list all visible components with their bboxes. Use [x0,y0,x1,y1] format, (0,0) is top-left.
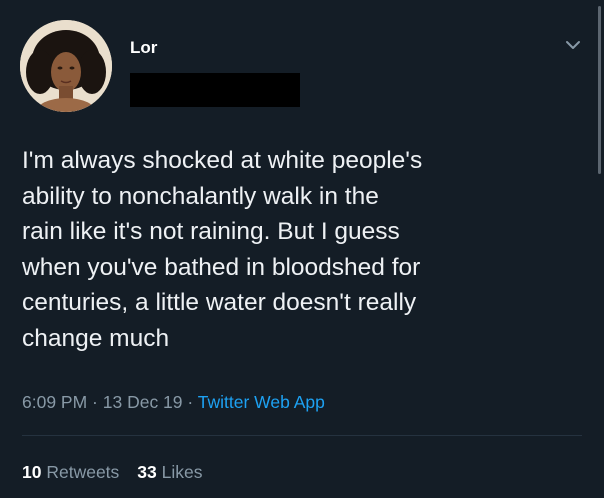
tweet-stats: 10 Retweets 33 Likes [22,462,203,483]
tweet-text: I'm always shocked at white people's abi… [22,143,582,356]
chevron-down-icon[interactable] [562,34,584,56]
tweet-source-link[interactable]: Twitter Web App [198,392,325,412]
retweets-label: Retweets [46,462,120,482]
author-name[interactable]: Lor [130,38,157,58]
redacted-handle [130,73,300,107]
retweets-stat[interactable]: 10 Retweets [22,462,119,482]
tweet-text-line: rain like it's not raining. But I guess [22,218,400,245]
tweet-time[interactable]: 6:09 PM [22,392,87,412]
tweet-text-line: ability to nonchalantly walk in the [22,182,379,210]
tweet-meta: 6:09 PM · 13 Dec 19 · Twitter Web App [22,392,325,413]
retweets-count: 10 [22,462,42,482]
tweet-date[interactable]: 13 Dec 19 [103,392,183,412]
tweet-text-line: when you've bathed in bloodshed for [22,253,421,281]
tweet-text-line: I'm always shocked at white people's [22,147,423,174]
tweet-text-line: change much [22,324,170,352]
likes-stat[interactable]: 33 Likes [137,462,202,482]
avatar-image [20,20,112,112]
tweet-card: Lor I'm always shocked at white people's… [0,0,604,498]
meta-separator: · [87,392,103,412]
likes-count: 33 [137,462,157,482]
divider [22,435,582,436]
avatar[interactable] [20,20,112,112]
tweet-text-line: centuries, a little water doesn't really [22,289,417,316]
scrollbar[interactable] [598,6,601,174]
likes-label: Likes [161,462,203,482]
meta-separator: · [182,392,198,412]
